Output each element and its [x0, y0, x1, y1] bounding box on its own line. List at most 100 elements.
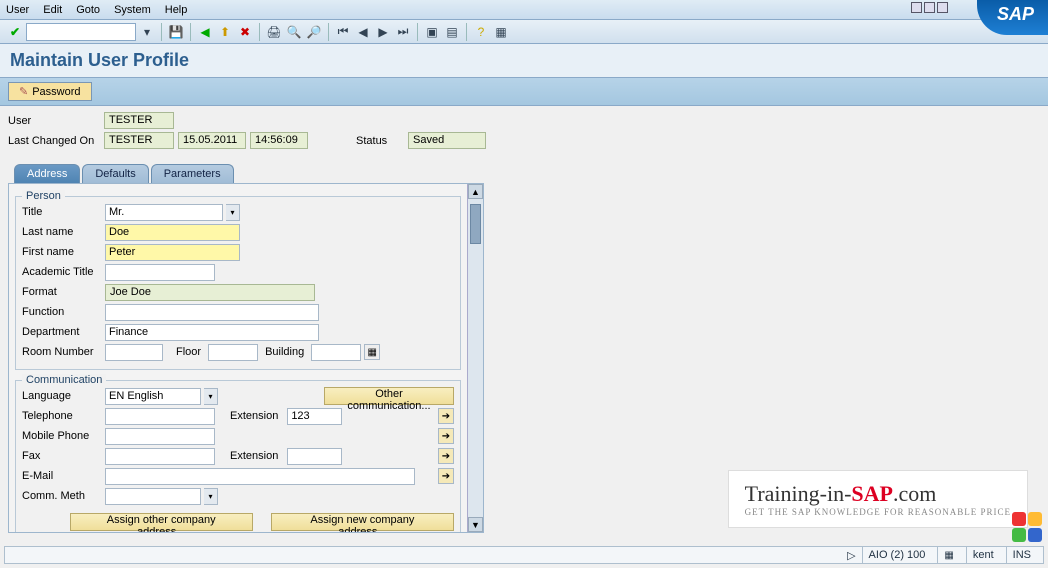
watermark-tagline: GET THE SAP KNOWLEDGE FOR REASONABLE PRI… [745, 507, 1011, 517]
password-label: Password [32, 86, 80, 98]
fax-more-icon[interactable]: ➔ [438, 448, 454, 464]
save-icon[interactable]: 💾 [167, 23, 185, 41]
ok-icon[interactable]: ✔ [6, 23, 24, 41]
new-session-icon[interactable]: ▣ [423, 23, 441, 41]
meth-label: Comm. Meth [22, 490, 102, 502]
maximize-icon[interactable] [924, 2, 935, 13]
email-input[interactable] [105, 468, 415, 485]
menu-user[interactable]: User [6, 4, 29, 16]
title-dropdown-icon[interactable]: ▾ [226, 204, 240, 221]
meth-combo[interactable] [105, 488, 201, 505]
tab-defaults[interactable]: Defaults [82, 164, 148, 183]
function-input[interactable] [105, 304, 319, 321]
tel-ext-input[interactable] [287, 408, 342, 425]
tab-strip: Address Defaults Parameters [14, 164, 1048, 183]
title-label: Title [22, 206, 102, 218]
building-search-icon[interactable]: ▦ [364, 344, 380, 360]
last-changed-label: Last Changed On [8, 135, 100, 147]
person-group-title: Person [22, 190, 65, 202]
scroll-down-icon[interactable]: ▼ [468, 517, 483, 532]
acad-input[interactable] [105, 264, 215, 281]
lang-label: Language [22, 390, 102, 402]
assign-other-address-button[interactable]: Assign other company address... [70, 513, 253, 531]
floor-input[interactable] [208, 344, 258, 361]
building-input[interactable] [311, 344, 361, 361]
changed-date-value: 15.05.2011 [178, 132, 246, 149]
firstname-input[interactable] [105, 244, 240, 261]
communication-group-title: Communication [22, 374, 106, 386]
building-label: Building [265, 346, 304, 358]
format-label: Format [22, 286, 102, 298]
tab-address[interactable]: Address [14, 164, 80, 183]
user-label: User [8, 115, 100, 127]
user-value: TESTER [104, 112, 174, 129]
status-layout-icon[interactable]: ▦ [937, 547, 959, 563]
fax-input[interactable] [105, 448, 215, 465]
acad-label: Academic Title [22, 266, 102, 278]
communication-group: Communication Language ▾ Other communica… [15, 380, 461, 532]
dept-label: Department [22, 326, 102, 338]
exit-icon[interactable]: ⬆ [216, 23, 234, 41]
lastname-input[interactable] [105, 224, 240, 241]
scroll-thumb[interactable] [470, 204, 481, 244]
header-area: User TESTER Last Changed On TESTER 15.05… [0, 106, 1048, 158]
menu-help[interactable]: Help [165, 4, 188, 16]
assign-new-address-button[interactable]: Assign new company address... [271, 513, 454, 531]
back-icon[interactable]: ◀ [196, 23, 214, 41]
menu-system[interactable]: System [114, 4, 151, 16]
scroll-up-icon[interactable]: ▲ [468, 184, 483, 199]
next-page-icon[interactable]: ▶ [374, 23, 392, 41]
last-page-icon[interactable]: ⏭ [394, 23, 412, 41]
menu-edit[interactable]: Edit [43, 4, 62, 16]
tab-parameters[interactable]: Parameters [151, 164, 234, 183]
title-combo[interactable] [105, 204, 223, 221]
room-input[interactable] [105, 344, 163, 361]
tab-panel: Person Title ▾ Last name First name Acad… [8, 183, 484, 533]
session-indicator [1012, 512, 1042, 542]
email-label: E-Mail [22, 470, 102, 482]
dept-input[interactable] [105, 324, 319, 341]
lastname-label: Last name [22, 226, 102, 238]
other-communication-button[interactable]: Other communication... [324, 387, 454, 405]
mob-more-icon[interactable]: ➔ [438, 428, 454, 444]
lang-dropdown-icon[interactable]: ▾ [204, 388, 218, 405]
mob-label: Mobile Phone [22, 430, 102, 442]
status-client: AIO (2) 100 [862, 547, 932, 563]
window-controls [911, 2, 948, 13]
watermark: Training-in-SAP.com GET THE SAP KNOWLEDG… [728, 470, 1028, 528]
menu-bar: User Edit Goto System Help [0, 0, 1048, 20]
menu-goto[interactable]: Goto [76, 4, 100, 16]
room-label: Room Number [22, 346, 102, 358]
dropdown-icon[interactable]: ▾ [138, 23, 156, 41]
status-mode: INS [1006, 547, 1037, 563]
firstname-label: First name [22, 246, 102, 258]
first-page-icon[interactable]: ⏮ [334, 23, 352, 41]
tel-more-icon[interactable]: ➔ [438, 408, 454, 424]
password-button[interactable]: ✎ Password [8, 82, 92, 101]
command-field[interactable] [26, 23, 136, 41]
mob-input[interactable] [105, 428, 215, 445]
minimize-icon[interactable] [911, 2, 922, 13]
close-icon[interactable] [937, 2, 948, 13]
find-next-icon[interactable]: 🔎 [305, 23, 323, 41]
help-icon[interactable]: ? [472, 23, 490, 41]
prev-page-icon[interactable]: ◀ [354, 23, 372, 41]
fax-ext-input[interactable] [287, 448, 342, 465]
tel-input[interactable] [105, 408, 215, 425]
status-value: Saved [408, 132, 486, 149]
watermark-bold: SAP [851, 481, 893, 506]
email-more-icon[interactable]: ➔ [438, 468, 454, 484]
shortcut-icon[interactable]: ▤ [443, 23, 461, 41]
find-icon[interactable]: 🔍 [285, 23, 303, 41]
status-bar: ▷ AIO (2) 100 ▦ kent INS [4, 546, 1044, 564]
meth-dropdown-icon[interactable]: ▾ [204, 488, 218, 505]
vertical-scrollbar[interactable]: ▲ ▼ [467, 184, 483, 532]
status-label: Status [356, 135, 404, 147]
layout-icon[interactable]: ▦ [492, 23, 510, 41]
cancel-icon[interactable]: ✖ [236, 23, 254, 41]
print-icon[interactable]: 🖨 [265, 23, 283, 41]
fax-label: Fax [22, 450, 102, 462]
lang-combo[interactable] [105, 388, 201, 405]
pencil-icon: ✎ [19, 85, 28, 98]
system-toolbar: ✔ ▾ 💾 ◀ ⬆ ✖ 🖨 🔍 🔎 ⏮ ◀ ▶ ⏭ ▣ ▤ ? ▦ [0, 20, 1048, 44]
